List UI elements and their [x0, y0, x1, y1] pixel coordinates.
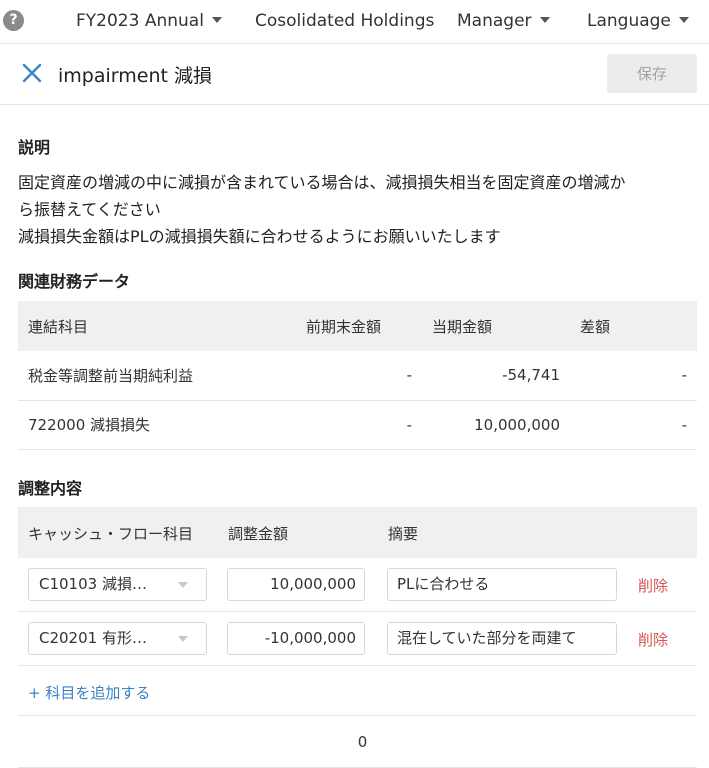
adjustment-row: C20201 有形… -10,000,000 混在していた部分を両建て 削除	[18, 612, 697, 666]
adjustments-header-row: キャッシュ・フロー科目 調整金額 摘要	[18, 507, 697, 558]
page-header: impairment 減損 保存	[0, 44, 709, 105]
diff-cell: -	[570, 351, 697, 401]
total-value: 0	[357, 733, 368, 751]
column-header: 差額	[570, 301, 697, 351]
diff-cell: -	[570, 400, 697, 450]
entity-label: Cosolidated Holdings	[255, 11, 435, 31]
prev-amount-cell: -	[296, 400, 422, 450]
add-account-link[interactable]: + 科目を追加する	[28, 682, 150, 703]
cf-account-value: C10103 減損…	[39, 575, 147, 593]
language-label: Language	[587, 11, 671, 31]
help-icon[interactable]: ?	[3, 10, 24, 31]
top-nav: ? FY2023 Annual Cosolidated Holdings Man…	[0, 0, 709, 44]
table-row: 税金等調整前当期純利益 - -54,741 -	[18, 351, 697, 401]
account-cell: 税金等調整前当期純利益	[18, 351, 296, 401]
adjustment-row: C10103 減損… 10,000,000 PLに合わせる 削除	[18, 558, 697, 612]
save-button[interactable]: 保存	[607, 54, 697, 93]
memo-input[interactable]: 混在していた部分を両建て	[387, 622, 617, 655]
column-header: 連結科目	[18, 301, 296, 351]
description-line-3: 減損損失金額はPLの減損損失額に合わせるようにお願いいたします	[18, 227, 501, 246]
financial-data-table: 連結科目 前期末金額 当期金額 差額 税金等調整前当期純利益 - -54,741…	[18, 301, 697, 450]
chevron-down-icon	[211, 17, 222, 23]
total-row: 0	[18, 716, 697, 768]
role-dropdown[interactable]: Manager	[457, 0, 550, 44]
current-amount-cell: -54,741	[422, 351, 570, 401]
prev-amount-cell: -	[296, 351, 422, 401]
cf-account-value: C20201 有形…	[39, 629, 147, 647]
description-line-2: ら振替えてください	[18, 200, 161, 219]
close-icon[interactable]	[20, 61, 44, 85]
column-header: 前期末金額	[296, 301, 422, 351]
page-title: impairment 減損	[58, 65, 212, 87]
financial-data-heading: 関連財務データ	[18, 272, 131, 291]
amount-input[interactable]: 10,000,000	[227, 568, 365, 601]
current-amount-cell: 10,000,000	[422, 400, 570, 450]
chevron-down-icon	[178, 636, 188, 642]
adjustments-table: キャッシュ・フロー科目 調整金額 摘要 C10103 減損… 10,000,00…	[18, 507, 697, 768]
chevron-down-icon	[678, 17, 689, 23]
description-heading: 説明	[18, 138, 51, 157]
column-header: 調整金額	[228, 525, 289, 543]
memo-input[interactable]: PLに合わせる	[387, 568, 617, 601]
description-text: 固定資産の増減の中に減損が含まれている場合は、減損損失相当を固定資産の増減か ら…	[18, 169, 709, 250]
adjustments-heading: 調整内容	[18, 479, 83, 498]
entity-name[interactable]: Cosolidated Holdings	[255, 0, 434, 44]
language-dropdown[interactable]: Language	[587, 0, 689, 44]
amount-input[interactable]: -10,000,000	[227, 622, 365, 655]
add-account-row: + 科目を追加する	[18, 666, 697, 716]
cf-account-select[interactable]: C20201 有形…	[28, 622, 207, 655]
column-header: キャッシュ・フロー科目	[28, 525, 194, 543]
fiscal-year-dropdown[interactable]: FY2023 Annual	[76, 0, 222, 44]
cf-account-select[interactable]: C10103 減損…	[28, 568, 207, 601]
table-row: 722000 減損損失 - 10,000,000 -	[18, 400, 697, 450]
delete-button[interactable]: 削除	[638, 575, 668, 596]
column-header: 当期金額	[422, 301, 570, 351]
role-label: Manager	[457, 11, 532, 31]
chevron-down-icon	[539, 17, 550, 23]
fiscal-year-label: FY2023 Annual	[76, 11, 204, 31]
delete-button[interactable]: 削除	[638, 629, 668, 650]
account-cell: 722000 減損損失	[18, 400, 296, 450]
column-header: 摘要	[388, 525, 419, 543]
chevron-down-icon	[178, 582, 188, 588]
description-line-1: 固定資産の増減の中に減損が含まれている場合は、減損損失相当を固定資産の増減か	[18, 173, 626, 192]
